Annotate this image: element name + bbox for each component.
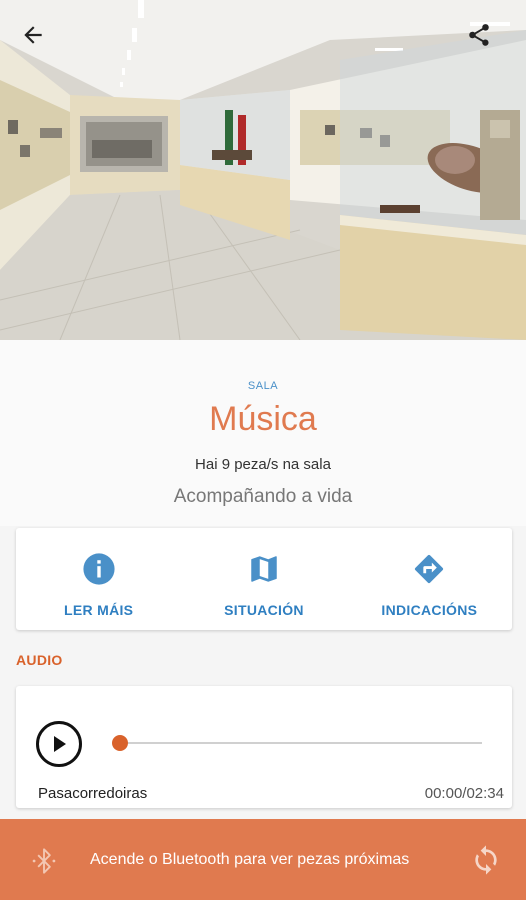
- bluetooth-icon: [32, 848, 56, 874]
- location-label: SITUACIÓN: [224, 602, 304, 618]
- directions-button[interactable]: INDICACIÓNS: [347, 528, 512, 630]
- share-icon: [469, 24, 489, 46]
- gallery-illustration: [0, 0, 526, 340]
- room-label: SALA: [247, 380, 279, 392]
- bluetooth-message: Acende o Bluetooth para ver pezas próxim…: [90, 851, 410, 868]
- track-name: Pasacorredoiras: [38, 785, 148, 802]
- directions-icon: [412, 552, 446, 586]
- seek-thumb[interactable]: [112, 735, 128, 751]
- directions-label: INDICACIÓNS: [381, 602, 478, 618]
- play-button[interactable]: [36, 721, 82, 767]
- location-button[interactable]: SITUACIÓN: [181, 528, 346, 630]
- audio-section-label: AUDIO: [16, 652, 63, 668]
- arrow-left-icon: [24, 26, 42, 44]
- bluetooth-banner: Acende o Bluetooth para ver pezas próxim…: [0, 819, 526, 900]
- map-icon: [247, 552, 281, 586]
- audio-seek-bar[interactable]: [112, 735, 482, 751]
- play-icon: [54, 736, 66, 752]
- room-photo: [0, 0, 526, 340]
- share-button[interactable]: [466, 22, 506, 62]
- room-info: SALA Música Hai 9 peza/s na sala Acompañ…: [0, 340, 526, 526]
- room-title: Música: [209, 400, 317, 438]
- back-button[interactable]: [20, 22, 60, 62]
- track-time: 00:00/02:34: [424, 785, 504, 802]
- room-subtitle: Acompañando a vida: [173, 486, 353, 507]
- audio-player: Pasacorredoiras 00:00/02:34: [16, 686, 512, 808]
- read-more-label: LER MÁIS: [64, 602, 134, 618]
- room-piece-count: Hai 9 peza/s na sala: [195, 456, 331, 473]
- info-icon: [82, 552, 116, 586]
- read-more-button[interactable]: LER MÁIS: [16, 528, 181, 630]
- actions-card: LER MÁIS SITUACIÓN INDICACIÓNS: [16, 528, 512, 630]
- refresh-icon[interactable]: [470, 844, 502, 876]
